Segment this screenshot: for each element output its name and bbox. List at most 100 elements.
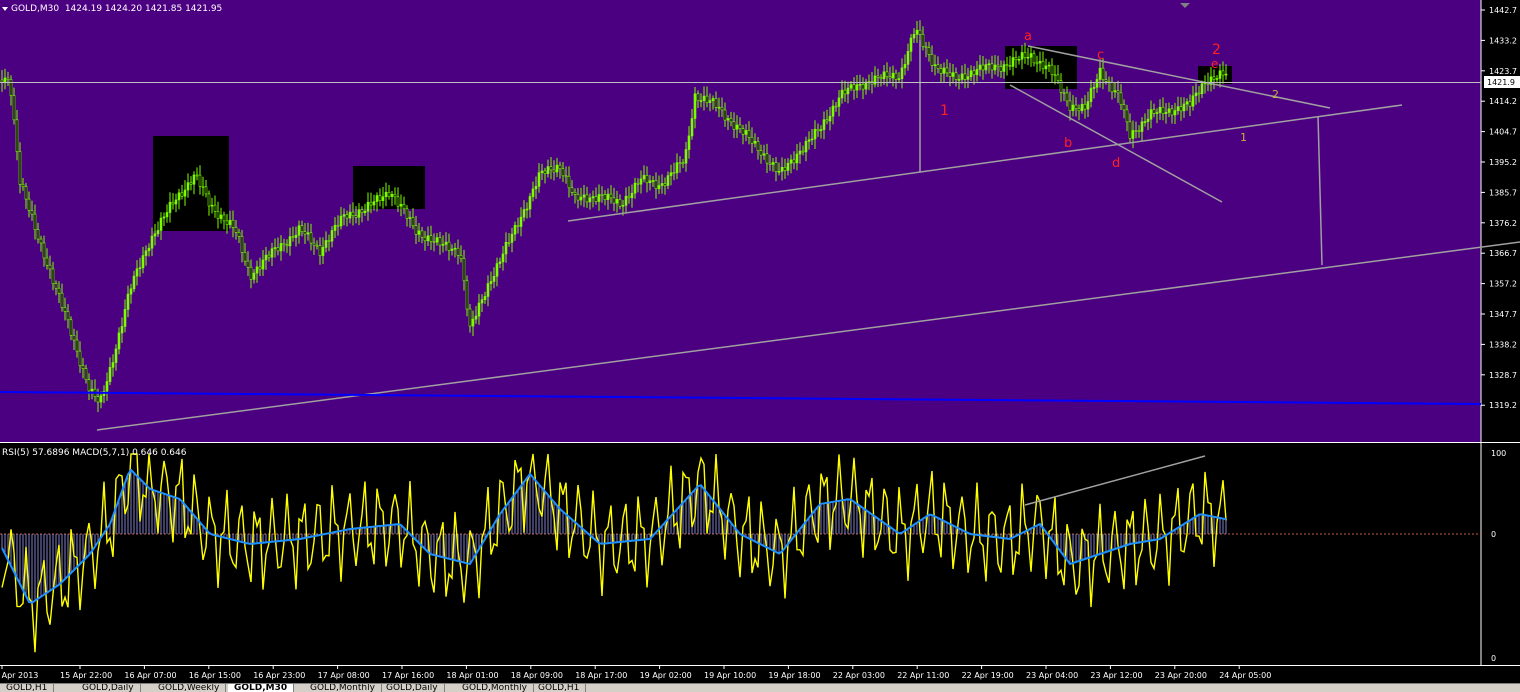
candle-body	[201, 185, 205, 188]
candle-body	[885, 71, 889, 77]
candle-body	[627, 195, 631, 199]
candle-body	[1140, 121, 1144, 132]
chart-tab-3[interactable]: GOLD,M30	[228, 684, 295, 692]
chart-tab-2[interactable]: GOLD,Weekly	[152, 684, 227, 692]
candle-body	[81, 365, 85, 369]
chart-tab-4[interactable]: GOLD,Monthly	[304, 684, 382, 692]
candle-body	[261, 259, 265, 270]
candle-body	[465, 280, 469, 310]
candle-body	[990, 63, 994, 71]
candle-body	[534, 185, 538, 190]
candle-body	[657, 185, 661, 190]
candle-body	[1122, 104, 1126, 111]
candle-body	[270, 248, 274, 258]
candle-body	[321, 247, 325, 256]
indicator-pane[interactable]: 100 0 0 RSI(5) 57.6896 MACD(5,7,1) 0.646…	[0, 444, 1520, 666]
price-tick-label: 1319.2	[1489, 401, 1517, 410]
candle-body	[1176, 106, 1180, 111]
candle-body	[714, 98, 718, 108]
candle-body	[354, 215, 358, 218]
candle-body	[837, 97, 841, 107]
candle-body	[63, 307, 67, 312]
chart-tab-1[interactable]: GOLD,Daily	[76, 684, 141, 692]
candle-body	[402, 203, 406, 210]
candle-body	[705, 95, 709, 103]
candle-body	[144, 250, 148, 256]
time-tick-label: 22 Apr 19:00	[962, 671, 1014, 680]
candle-body	[1152, 109, 1156, 114]
candle-body	[708, 100, 712, 103]
candle-body	[39, 238, 43, 244]
candle-body	[372, 201, 376, 206]
candle-body	[1149, 109, 1153, 120]
candle-body	[33, 213, 37, 230]
candle-body	[1224, 73, 1228, 76]
candle-body	[525, 208, 529, 211]
candle-body	[468, 308, 472, 327]
candle-body	[1026, 56, 1030, 59]
candle-body	[96, 396, 100, 403]
candle-body	[543, 170, 547, 174]
candle-body	[630, 192, 634, 199]
candle-body	[282, 243, 286, 246]
price-tick-label: 1366.7	[1489, 249, 1517, 258]
candle-body	[858, 83, 862, 86]
candle-body	[489, 281, 493, 284]
candle-body	[666, 175, 670, 186]
candle-body	[450, 248, 454, 251]
candle-body	[345, 214, 349, 219]
candle-body	[996, 64, 1000, 68]
candle-body	[309, 232, 313, 244]
chart-tab-7[interactable]: GOLD,H1	[532, 684, 587, 692]
candle-body	[585, 194, 589, 203]
price-tick-label: 1338.2	[1489, 340, 1517, 349]
candle-body	[21, 184, 25, 187]
candle-body	[729, 118, 733, 123]
candle-body	[288, 236, 292, 247]
candle-body	[717, 106, 721, 109]
candle-body	[1194, 92, 1198, 97]
candle-body	[801, 150, 805, 153]
candle-body	[333, 224, 337, 231]
time-tick-label: 18 Apr 17:00	[575, 671, 627, 680]
candle-body	[579, 196, 583, 201]
candle-body	[357, 209, 361, 218]
candle-body	[783, 167, 787, 171]
candle-body	[129, 288, 133, 295]
candle-body	[549, 166, 553, 171]
candle-body	[591, 196, 595, 199]
candle-body	[912, 34, 916, 39]
candle-body	[1065, 92, 1069, 102]
candle-body	[759, 150, 763, 156]
chart-tab-6[interactable]: GOLD,Monthly	[456, 684, 534, 692]
indicator-chart[interactable]: 100 0 0	[0, 444, 1520, 666]
candle-body	[369, 201, 373, 206]
candle-body	[150, 235, 154, 249]
candle-body	[42, 242, 46, 259]
price-chart[interactable]: 1abcde221 1442.71433.21423.71414.21404.7…	[0, 0, 1520, 444]
candle-body	[393, 193, 397, 198]
candle-body	[864, 81, 868, 90]
candle-body	[822, 119, 826, 130]
candle-body	[687, 135, 691, 150]
candle-body	[945, 67, 949, 74]
chart-tab-0[interactable]: GOLD,H1	[0, 684, 55, 692]
candle-body	[1164, 112, 1168, 114]
candle-body	[243, 252, 247, 262]
candle-body	[159, 217, 163, 231]
candle-body	[1047, 64, 1051, 67]
price-chart-pane[interactable]: 1abcde221 1442.7 1433.2 1423.7 1414.2 1404.7…	[0, 0, 1520, 444]
candle-body	[696, 93, 700, 102]
candle-body	[72, 335, 76, 341]
candle-body	[1116, 90, 1120, 94]
candle-body	[327, 240, 331, 242]
candle-body	[111, 362, 115, 368]
dropdown-arrow-icon[interactable]	[2, 6, 8, 11]
chart-tab-5[interactable]: GOLD,Daily	[380, 684, 445, 692]
candle-body	[414, 225, 418, 235]
candle-body	[228, 219, 232, 225]
candle-body	[1071, 104, 1075, 111]
candle-body	[975, 69, 979, 76]
candle-body	[213, 204, 217, 212]
time-tick-label: 16 Apr 07:00	[124, 671, 176, 680]
